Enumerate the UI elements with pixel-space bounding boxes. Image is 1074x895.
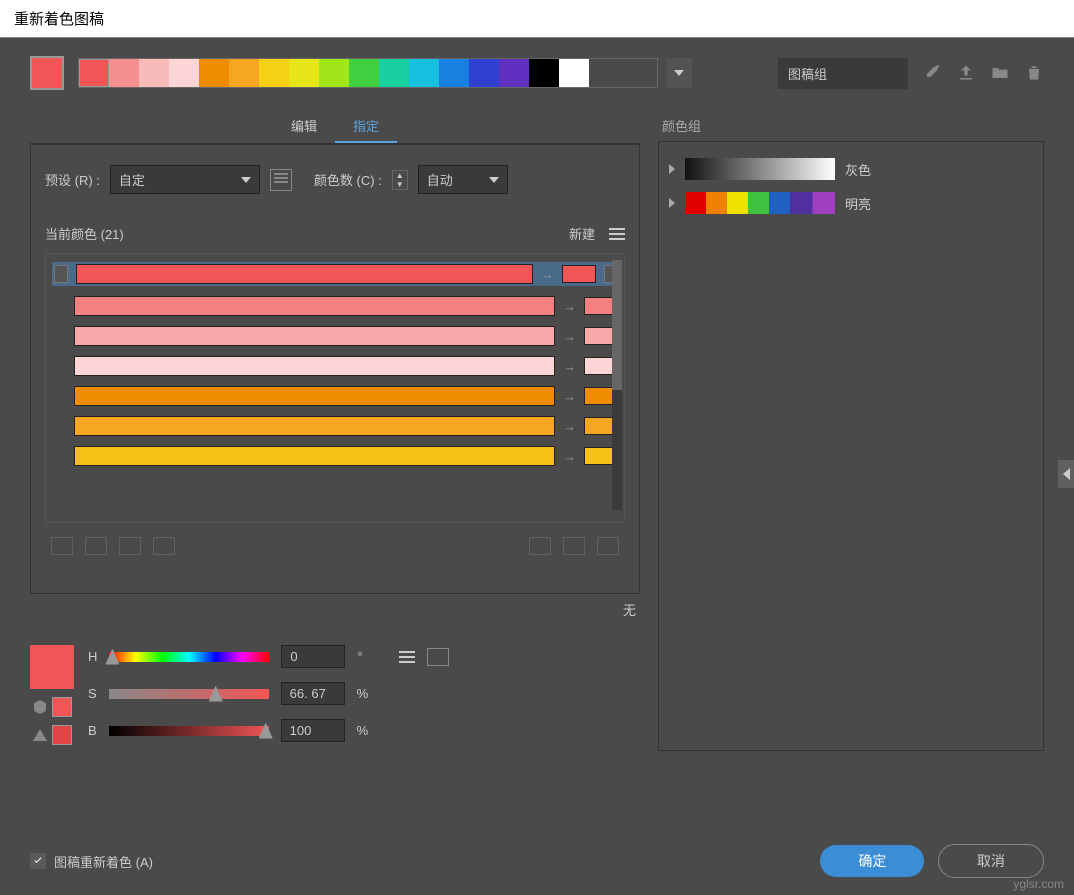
find-icon[interactable] <box>597 537 619 555</box>
current-colors-label: 当前颜色 (21) <box>45 224 124 243</box>
menu-icon[interactable] <box>609 228 625 240</box>
h-value[interactable]: 0 <box>281 645 345 668</box>
color-row[interactable]: → <box>52 296 618 316</box>
merge-icon[interactable] <box>51 537 73 555</box>
new-label[interactable]: 新建 <box>569 224 595 243</box>
right-panel: 颜色组 灰色 明亮 <box>658 110 1044 756</box>
colors-list: → → → → → → → <box>45 253 625 523</box>
color-row[interactable]: → <box>52 446 618 466</box>
h-label: H <box>88 649 97 664</box>
expand-tab[interactable] <box>1058 460 1074 488</box>
watermark: yglsr.com <box>1013 877 1064 891</box>
active-color-swatch[interactable] <box>30 56 64 90</box>
top-bar: 图稿组 <box>30 56 1044 90</box>
warning-icon <box>32 727 48 743</box>
color-row[interactable]: → <box>52 262 618 286</box>
none-label: 无 <box>30 594 640 625</box>
spectrum-bar[interactable] <box>78 58 658 88</box>
preset-label: 预设 (R) : <box>45 170 100 189</box>
hue-slider[interactable] <box>109 652 269 662</box>
hsb-swatch[interactable] <box>30 645 74 689</box>
spectrum-dropdown[interactable] <box>666 58 692 88</box>
tabs: 编辑 指定 <box>30 110 640 144</box>
group-label: 灰色 <box>845 160 871 179</box>
colors-stepper[interactable]: ▲▼ <box>392 170 408 190</box>
arrow-icon: → <box>541 267 554 282</box>
folder-icon[interactable] <box>990 63 1010 83</box>
preset-select[interactable]: 自定 <box>110 165 260 194</box>
chevron-icon <box>669 198 675 208</box>
save-icon[interactable] <box>956 63 976 83</box>
exclude-icon[interactable] <box>119 537 141 555</box>
s-label: S <box>88 686 97 701</box>
tab-assign[interactable]: 指定 <box>335 110 397 143</box>
grid-icon[interactable] <box>427 648 449 666</box>
left-panel: 编辑 指定 预设 (R) : 自定 颜色数 (C) : ▲▼ 自动 当前颜色 (… <box>30 110 640 756</box>
scrollbar[interactable] <box>612 260 622 510</box>
s-value[interactable]: 66. 67 <box>281 682 345 705</box>
group-item-bright[interactable]: 明亮 <box>665 186 1037 220</box>
color-row[interactable]: → <box>52 416 618 436</box>
colors-count-label: 颜色数 (C) : <box>314 170 382 189</box>
sat-slider[interactable] <box>109 689 269 699</box>
target-swatch[interactable] <box>562 265 596 283</box>
hsb-panel: H0° S66. 67% B100% <box>30 645 640 756</box>
cancel-button[interactable]: 取消 <box>938 844 1044 878</box>
bri-slider[interactable] <box>109 726 269 736</box>
color-row[interactable]: → <box>52 326 618 346</box>
chevron-icon <box>669 164 675 174</box>
small-swatch[interactable] <box>52 697 72 717</box>
colors-count-select[interactable]: 自动 <box>418 165 508 194</box>
split-icon[interactable] <box>85 537 107 555</box>
group-list: 灰色 明亮 <box>658 141 1044 751</box>
group-item-grayscale[interactable]: 灰色 <box>665 152 1037 186</box>
preset-options-icon[interactable] <box>270 169 292 191</box>
bottom-bar: 图稿重新着色 (A) 确定 取消 <box>30 851 1044 871</box>
trash-icon[interactable] <box>1024 63 1044 83</box>
color-row[interactable]: → <box>52 386 618 406</box>
hsb-menu-icon[interactable] <box>399 651 415 663</box>
window-title: 重新着色图稿 <box>0 0 1074 38</box>
ok-button[interactable]: 确定 <box>820 845 924 877</box>
color-groups-header: 颜色组 <box>658 110 1044 141</box>
cube-icon <box>32 699 48 715</box>
row-handle[interactable] <box>54 265 68 283</box>
b-value[interactable]: 100 <box>281 719 345 742</box>
recolor-checkbox[interactable] <box>30 853 46 869</box>
group-name-field[interactable]: 图稿组 <box>778 58 908 89</box>
tab-edit[interactable]: 编辑 <box>273 110 335 143</box>
group-label: 明亮 <box>845 194 871 213</box>
link-icon[interactable] <box>529 537 551 555</box>
swap-icon[interactable] <box>563 537 585 555</box>
b-label: B <box>88 723 97 738</box>
eyedropper-icon[interactable] <box>922 63 942 83</box>
tool-row <box>45 523 625 559</box>
small-swatch[interactable] <box>52 725 72 745</box>
color-row[interactable]: → <box>52 356 618 376</box>
new-row-icon[interactable] <box>153 537 175 555</box>
recolor-label: 图稿重新着色 (A) <box>54 852 153 871</box>
